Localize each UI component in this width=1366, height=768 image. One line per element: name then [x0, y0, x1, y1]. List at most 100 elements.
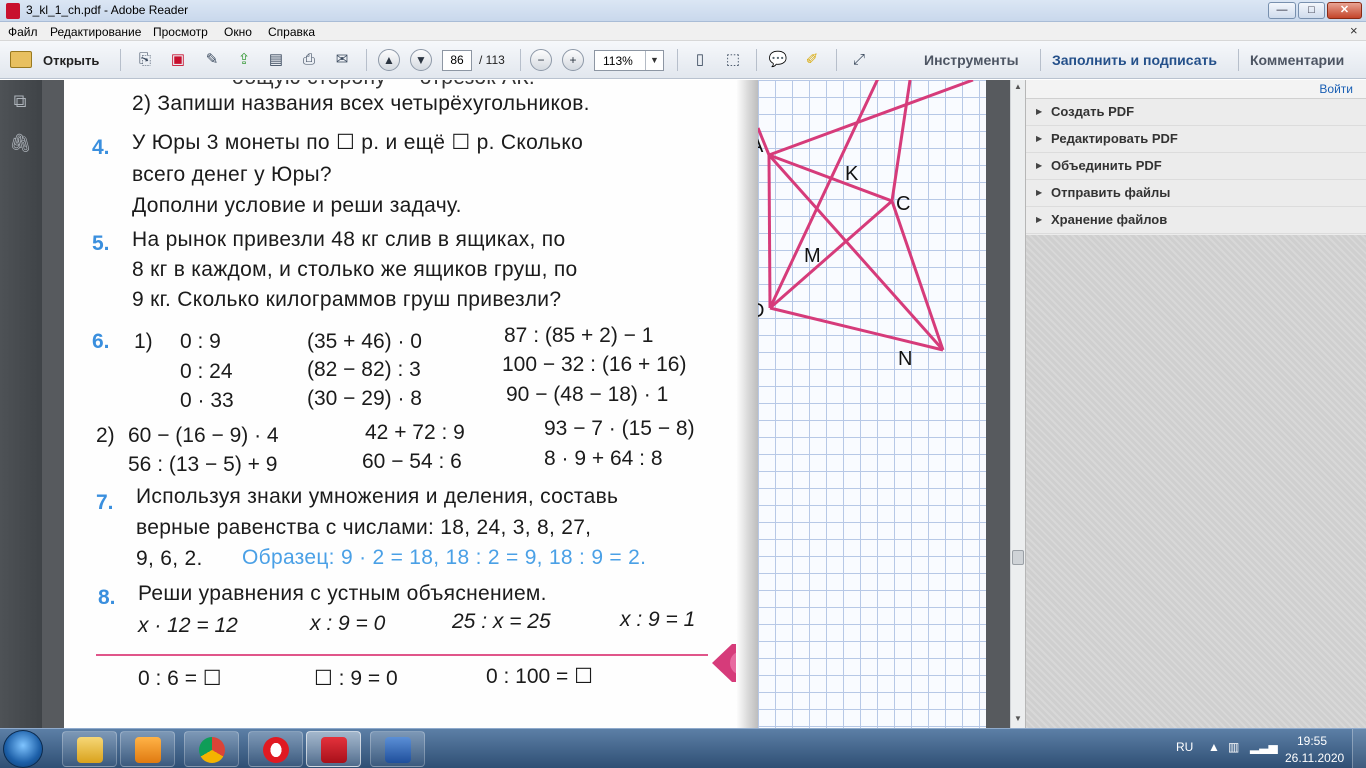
toolbar-separator	[836, 49, 837, 71]
panel-item-edit-pdf[interactable]: ▶ Редактировать PDF	[1026, 126, 1366, 153]
fit-page-icon[interactable]: ▯	[688, 48, 712, 72]
minimize-button[interactable]: —	[1268, 2, 1296, 19]
panel-item-send-files[interactable]: ▶ Отправить файлы	[1026, 180, 1366, 207]
create-pdf-icon[interactable]: ⎘	[133, 48, 157, 72]
task-6-expr: 90 − (48 − 18) · 1	[506, 383, 669, 406]
panel-background	[1026, 235, 1366, 728]
task-3-item-2: 2) Запиши названия всех четырёхугольнико…	[132, 92, 590, 115]
comments-link[interactable]: Комментарии	[1250, 52, 1344, 68]
task-6-expr: 0 : 9	[180, 330, 221, 353]
save-icon[interactable]: ▤	[264, 48, 288, 72]
taskbar-word[interactable]	[370, 731, 425, 767]
upload-icon[interactable]: ⇪	[232, 48, 256, 72]
attachments-icon[interactable]: 🖇	[9, 132, 32, 154]
panel-item-label: Создать PDF	[1051, 104, 1135, 119]
device-icon[interactable]: ▥	[1228, 740, 1239, 754]
task-6-expr: 60 − (16 − 9) · 4	[128, 424, 279, 447]
edit-pdf-icon[interactable]: ✎	[200, 48, 224, 72]
task-8-equation: 25 : x = 25	[452, 610, 551, 633]
clock-time[interactable]: 19:55	[1297, 734, 1327, 748]
panel-item-file-storage[interactable]: ▶ Хранение файлов	[1026, 207, 1366, 234]
zoom-in-button[interactable]: +	[562, 49, 584, 71]
tray-expand-icon[interactable]: ▲	[1208, 740, 1220, 754]
chevron-down-icon[interactable]: ▼	[645, 51, 663, 70]
task-8-line-1: Реши уравнения с устным объяснением.	[138, 582, 547, 605]
panel-item-combine-pdf[interactable]: ▶ Объединить PDF	[1026, 153, 1366, 180]
taskbar-explorer[interactable]	[62, 731, 117, 767]
document-close-icon[interactable]: ×	[1350, 23, 1358, 38]
menu-help[interactable]: Справка	[268, 25, 315, 39]
taskbar-adobe-reader[interactable]	[306, 731, 361, 767]
media-player-icon	[135, 737, 161, 763]
start-button[interactable]	[3, 730, 43, 768]
toolbar-separator	[1040, 49, 1041, 71]
menu-file[interactable]: Файл	[8, 25, 38, 39]
vertical-scrollbar[interactable]: ▲ ▼	[1010, 80, 1025, 728]
toolbar-separator	[677, 49, 678, 71]
point-label-c: C	[896, 193, 910, 215]
next-page-button[interactable]: ▼	[410, 49, 432, 71]
page-thumbnails-icon[interactable]: ⧉	[9, 90, 31, 112]
tools-link[interactable]: Инструменты	[924, 52, 1019, 68]
page-text-column: общую сторону — отрезок АК. 2) Запиши на…	[64, 80, 760, 728]
word-icon	[385, 737, 411, 763]
taskbar-chrome[interactable]	[184, 731, 239, 767]
point-label-k: K	[845, 163, 859, 185]
task-5-line-3: 9 кг. Сколько килограммов груш привезли?	[132, 288, 562, 311]
scroll-down-icon[interactable]: ▼	[1013, 714, 1023, 724]
scroll-up-icon[interactable]: ▲	[1013, 82, 1023, 92]
folder-icon	[10, 51, 32, 68]
task-6-expr: 0 · 33	[180, 389, 234, 412]
login-bar: Войти	[1026, 80, 1366, 99]
highlight-icon[interactable]: ✐	[800, 48, 824, 72]
clock-date[interactable]: 26.11.2020	[1285, 751, 1344, 765]
bottom-equation: 0 : 100 = ☐	[486, 665, 593, 688]
task-6-expr: 87 : (85 + 2) − 1	[504, 324, 654, 347]
fit-width-icon[interactable]: ⬚	[721, 48, 745, 72]
task-6-expr: 56 : (13 − 5) + 9	[128, 453, 278, 476]
maximize-button[interactable]: □	[1298, 2, 1325, 19]
taskbar-opera[interactable]	[248, 731, 303, 767]
taskbar: RU ▲ ▥ ▂▃▅ 19:55 26.11.2020	[0, 728, 1366, 768]
task-6-expr: 8 · 9 + 64 : 8	[544, 447, 663, 470]
previous-page-button[interactable]: ▲	[378, 49, 400, 71]
task-6-expr: (35 + 46) · 0	[307, 330, 422, 353]
menu-window[interactable]: Окно	[224, 25, 252, 39]
task-7-line-2: верные равенства с числами: 18, 24, 3, 8…	[136, 516, 592, 539]
task-6-expr: 93 − 7 · (15 − 8)	[544, 417, 695, 440]
close-button[interactable]: ✕	[1327, 2, 1362, 19]
menu-edit[interactable]: Редактирование	[50, 25, 141, 39]
login-link[interactable]: Войти	[1319, 82, 1353, 96]
taskbar-media-player[interactable]	[120, 731, 175, 767]
show-desktop-button[interactable]	[1352, 729, 1366, 768]
menu-view[interactable]: Просмотр	[153, 25, 208, 39]
task-8-equation: x · 12 = 12	[138, 614, 238, 637]
open-label: Открыть	[43, 53, 100, 68]
page-number-input[interactable]: 86	[442, 50, 472, 71]
zoom-out-button[interactable]: −	[530, 49, 552, 71]
fill-sign-link[interactable]: Заполнить и подписать	[1052, 52, 1217, 68]
zoom-value: 113%	[603, 54, 633, 68]
task-4-line-1: У Юры 3 монеты по ☐ р. и ещё ☐ р. Скольк…	[132, 131, 584, 154]
print-icon[interactable]: ⎙	[297, 48, 321, 72]
toolbar-separator	[366, 49, 367, 71]
fullscreen-icon[interactable]: ⤢	[847, 48, 871, 72]
scrollbar-thumb[interactable]	[1012, 550, 1024, 565]
point-label-d: D	[758, 300, 764, 322]
task-7-line-3: 9, 6, 2.	[136, 547, 203, 570]
pdf-export-icon[interactable]: ▣	[166, 48, 190, 72]
email-icon[interactable]: ✉	[330, 48, 354, 72]
panel-item-create-pdf[interactable]: ▶ Создать PDF	[1026, 99, 1366, 126]
comment-icon[interactable]: 💬	[766, 48, 790, 72]
task-3-cut-line: общую сторону — отрезок АК.	[232, 80, 535, 90]
language-indicator[interactable]: RU	[1176, 740, 1193, 754]
task-6-expr: 100 − 32 : (16 + 16)	[502, 353, 687, 376]
toolbar-separator	[1238, 49, 1239, 71]
signal-icon[interactable]: ▂▃▅	[1250, 740, 1278, 754]
navigation-pane: ⧉ 🖇	[0, 80, 42, 728]
zoom-select[interactable]: 113% ▼	[594, 50, 664, 71]
task-4-line-2: всего денег у Юры?	[132, 163, 332, 186]
figure-lines	[756, 80, 974, 352]
point-label-m: M	[804, 245, 821, 267]
task-6-expr: 60 − 54 : 6	[362, 450, 462, 473]
